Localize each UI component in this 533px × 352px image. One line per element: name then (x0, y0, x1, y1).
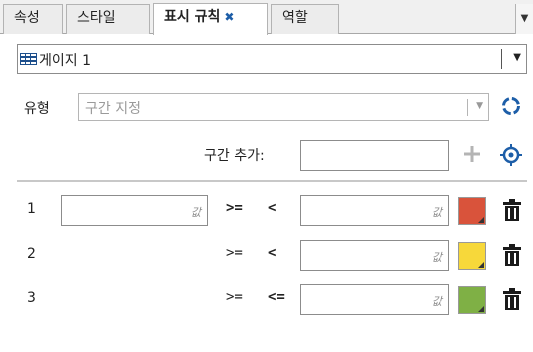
trash-icon[interactable] (502, 198, 522, 222)
range-index: 1 (27, 201, 36, 217)
range-min-operator: >= (226, 245, 243, 261)
type-select[interactable]: 구간 지정 ▼ (78, 93, 489, 121)
edit-value-icon[interactable]: 값 (432, 204, 442, 220)
plus-icon[interactable] (462, 144, 482, 164)
divider (17, 180, 527, 182)
range-max-input[interactable]: 값 (300, 284, 449, 315)
edit-value-icon[interactable]: 값 (191, 204, 201, 220)
chevron-down-icon (478, 306, 484, 312)
divider (467, 99, 468, 116)
target-icon[interactable] (500, 144, 522, 166)
object-selector-value: 게이지 1 (39, 53, 91, 69)
divider (501, 49, 502, 69)
range-row: 2 >= < 값 (0, 240, 533, 274)
edit-value-icon[interactable]: 값 (432, 293, 442, 309)
tab-properties[interactable]: 속성 (3, 4, 63, 34)
chevron-down-icon[interactable]: ▼ (513, 52, 521, 63)
add-range-input[interactable] (300, 140, 449, 171)
chevron-down-icon[interactable]: ▼ (515, 4, 533, 34)
chevron-down-icon (478, 217, 484, 223)
trash-icon[interactable] (502, 287, 522, 311)
tab-display-rules[interactable]: 표시 규칙 ✖ (153, 3, 268, 35)
object-selector[interactable]: 게이지 1 ▼ (17, 44, 527, 74)
tab-properties-label: 속성 (14, 10, 40, 26)
close-icon[interactable]: ✖ (224, 10, 234, 24)
range-index: 3 (27, 290, 36, 306)
range-index: 2 (27, 246, 36, 262)
range-max-operator: <= (268, 289, 285, 305)
gauge-grid-icon (20, 53, 37, 65)
range-max-operator: < (268, 200, 277, 216)
tab-roles-label: 역할 (282, 10, 308, 26)
range-row: 3 >= <= 값 (0, 284, 533, 318)
chevron-down-icon: ▼ (476, 101, 483, 111)
trash-icon[interactable] (502, 243, 522, 267)
color-picker[interactable] (458, 286, 486, 314)
add-range-label: 구간 추가: (204, 148, 265, 164)
color-picker[interactable] (458, 242, 486, 270)
tab-bar: 속성 스타일 표시 규칙 ✖ 역할 ▼ (0, 0, 533, 35)
range-row: 1 값 >= < 값 (0, 195, 533, 229)
range-min-operator: >= (226, 200, 243, 216)
tab-style-label: 스타일 (77, 10, 116, 26)
edit-value-icon[interactable]: 값 (432, 249, 442, 265)
range-max-input[interactable]: 값 (300, 240, 449, 271)
tab-style[interactable]: 스타일 (66, 4, 150, 34)
range-max-operator: < (268, 245, 277, 261)
chevron-down-icon (478, 262, 484, 268)
reset-icon[interactable] (500, 95, 522, 117)
tab-display-rules-label: 표시 규칙 (164, 9, 221, 25)
range-min-input[interactable]: 값 (61, 195, 208, 226)
type-select-value: 구간 지정 (85, 101, 141, 117)
range-max-input[interactable]: 값 (300, 195, 449, 226)
color-picker[interactable] (458, 197, 486, 225)
range-min-operator: >= (226, 289, 243, 305)
type-label: 유형 (24, 101, 50, 117)
tab-roles[interactable]: 역할 (271, 4, 339, 34)
